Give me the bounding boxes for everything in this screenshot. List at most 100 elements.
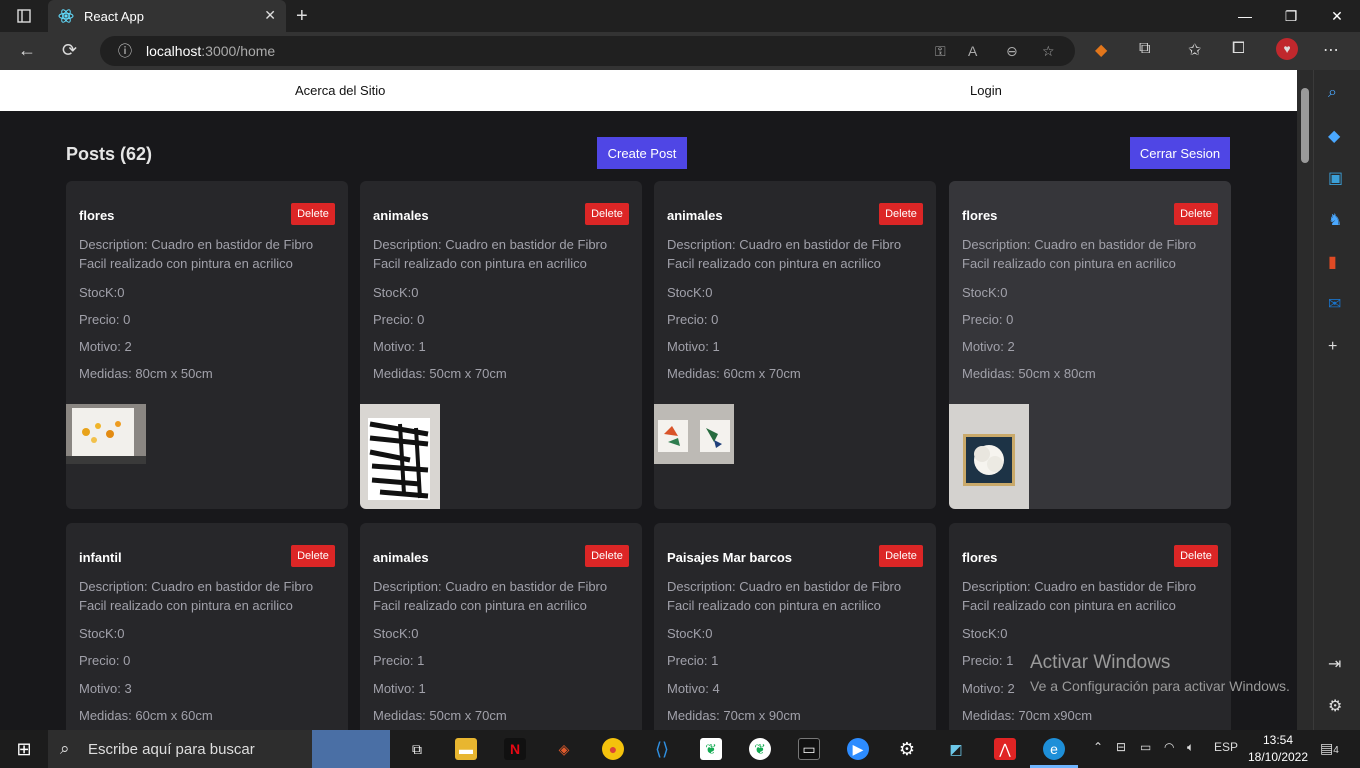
delete-button[interactable]: Delete	[879, 203, 923, 225]
outlook-icon[interactable]: ✉	[1328, 294, 1341, 314]
shopping-tag-icon[interactable]: ◆	[1328, 126, 1340, 146]
new-tab-icon[interactable]: +	[296, 5, 308, 28]
terminal-icon[interactable]: ▭	[798, 738, 820, 760]
create-post-button[interactable]: Create Post	[597, 137, 687, 169]
post-card: flores Delete Description: Cuadro en bas…	[949, 523, 1231, 730]
restore-icon[interactable]: ❐	[1268, 0, 1314, 32]
post-stock: StocK:0	[373, 285, 419, 300]
delete-button[interactable]: Delete	[879, 545, 923, 567]
read-aloud-icon[interactable]: A	[968, 43, 977, 59]
post-description: Description: Cuadro en bastidor de Fibro…	[962, 237, 1197, 271]
post-medidas: Medidas: 70cm x 90cm	[667, 708, 801, 723]
nav-about-link[interactable]: Acerca del Sitio	[295, 83, 385, 98]
games-icon[interactable]: ♞	[1328, 210, 1342, 230]
post-card: animales Delete Description: Cuadro en b…	[360, 523, 642, 730]
zoom-icon[interactable]: ⊖	[1006, 43, 1018, 60]
edge-browser-icon[interactable]: e	[1043, 738, 1065, 760]
minimize-icon[interactable]: —	[1222, 0, 1268, 32]
sidebar-toggle-icon[interactable]: ⇥	[1328, 654, 1341, 674]
windows-start-icon[interactable]: ⊞	[13, 738, 35, 760]
delete-button[interactable]: Delete	[1174, 203, 1218, 225]
shield-extension-icon[interactable]: ♥	[1276, 38, 1298, 60]
delete-button[interactable]: Delete	[585, 545, 629, 567]
address-input[interactable]: ⓘ localhost:3000/home ⚿ A ⊖ ☆	[100, 36, 1075, 66]
zoom-app-icon[interactable]: ▶	[847, 738, 869, 760]
post-card: flores Delete Description: Cuadro en bas…	[66, 181, 348, 509]
vscode-icon[interactable]: ⟨⟩	[651, 738, 673, 760]
add-icon[interactable]: +	[1328, 338, 1337, 356]
logout-button[interactable]: Cerrar Sesion	[1130, 137, 1230, 169]
post-description: Description: Cuadro en bastidor de Fibro…	[79, 237, 314, 271]
activation-watermark: Activar Windows Ve a Configuración para …	[1030, 652, 1290, 694]
more-menu-icon[interactable]: ⋯	[1323, 40, 1339, 60]
post-title: infantil	[79, 550, 122, 565]
close-window-icon[interactable]: ✕	[1314, 0, 1360, 32]
pdf-reader-icon[interactable]: ⋀	[994, 738, 1016, 760]
close-tab-icon[interactable]: ✕	[264, 7, 276, 24]
mongodb-compass-icon[interactable]: ❦	[749, 738, 771, 760]
post-medidas: Medidas: 50cm x 70cm	[373, 708, 507, 723]
delete-button[interactable]: Delete	[1174, 545, 1218, 567]
post-stock: StocK:0	[667, 285, 713, 300]
post-medidas: Medidas: 80cm x 50cm	[79, 366, 213, 381]
office-icon[interactable]: ▮	[1328, 252, 1337, 272]
delete-button[interactable]: Delete	[585, 203, 629, 225]
metamask-icon[interactable]: ◆	[1095, 40, 1107, 60]
post-image[interactable]	[949, 404, 1029, 509]
page-scrollbar[interactable]	[1297, 70, 1313, 730]
post-image[interactable]	[66, 404, 146, 464]
post-card: infantil Delete Description: Cuadro en b…	[66, 523, 348, 730]
taskbar-search-input[interactable]: ⌕ Escribe aquí para buscar	[48, 730, 390, 768]
info-icon[interactable]: ⓘ	[118, 41, 132, 61]
browser-tab-bar: React App ✕ + — ❐ ✕	[0, 0, 1360, 32]
volume-icon[interactable]: 🔈︎	[1187, 740, 1194, 755]
favorite-add-icon[interactable]: ☆	[1042, 43, 1055, 60]
delete-button[interactable]: Delete	[291, 203, 335, 225]
show-hidden-icons-icon[interactable]: ⌃	[1093, 740, 1103, 754]
post-price: Precio: 0	[79, 312, 131, 327]
post-motivo: Motivo: 1	[373, 681, 426, 696]
mongodb-icon[interactable]: ❦	[700, 738, 722, 760]
tools-icon[interactable]: ▣	[1328, 168, 1343, 188]
gear-icon[interactable]: ⚙	[1328, 696, 1342, 716]
post-title: animales	[373, 550, 429, 565]
post-card: Paisajes Mar barcos Delete Description: …	[654, 523, 936, 730]
netflix-icon[interactable]: N	[504, 738, 526, 760]
edge-sidebar: ⌕ ◆ ▣ ♞ ▮ ✉ + ⇥ ⚙	[1313, 70, 1360, 730]
search-icon[interactable]: ⌕	[1328, 84, 1337, 102]
post-title: flores	[79, 208, 115, 223]
notification-count: 4	[1333, 745, 1339, 756]
favorites-icon[interactable]: ✩	[1188, 40, 1201, 60]
language-indicator[interactable]: ESP	[1214, 740, 1238, 754]
tab-actions-icon[interactable]	[0, 0, 48, 32]
git-icon[interactable]: ◈	[553, 738, 575, 760]
browser-tab[interactable]: React App ✕	[48, 0, 286, 32]
tab-title: React App	[84, 8, 144, 24]
notification-icon[interactable]: ▤4	[1320, 740, 1339, 757]
chrome-icon[interactable]: ●	[602, 738, 624, 760]
network-adapter-icon[interactable]: ⊟	[1116, 740, 1126, 754]
wifi-icon[interactable]: ◠	[1164, 740, 1174, 754]
settings-gear-icon[interactable]: ⚙	[896, 738, 918, 760]
refresh-icon[interactable]: ⟳	[62, 40, 77, 61]
url-path: :3000/home	[201, 43, 276, 59]
post-price: Precio: 1	[667, 653, 719, 668]
post-image[interactable]	[654, 404, 734, 464]
post-motivo: Motivo: 4	[667, 681, 720, 696]
extensions-icon[interactable]: ⧉	[1139, 40, 1150, 58]
notes-app-icon[interactable]: ◩	[945, 738, 967, 760]
post-medidas: Medidas: 70cm x90cm	[962, 708, 1093, 723]
file-explorer-icon[interactable]: ▬	[455, 738, 477, 760]
task-view-icon[interactable]: ⧉	[406, 738, 428, 760]
system-clock[interactable]: 13:54 18/10/2022	[1242, 732, 1314, 766]
back-icon[interactable]: ←	[18, 40, 36, 61]
key-icon[interactable]: ⚿	[935, 43, 946, 60]
post-image[interactable]	[360, 404, 440, 509]
delete-button[interactable]: Delete	[291, 545, 335, 567]
clock-date: 18/10/2022	[1247, 750, 1309, 764]
battery-icon[interactable]: ▭	[1140, 740, 1151, 754]
scrollbar-thumb[interactable]	[1301, 88, 1309, 163]
post-motivo: Motivo: 2	[962, 681, 1015, 696]
collections-icon[interactable]: ⧠	[1232, 40, 1245, 58]
nav-login-link[interactable]: Login	[970, 83, 1002, 98]
